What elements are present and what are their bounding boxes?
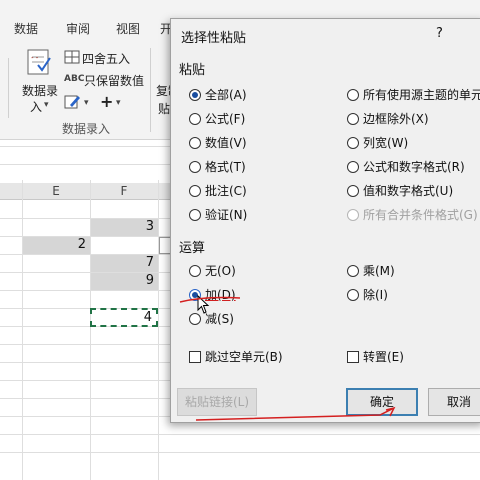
annotation-overlay bbox=[179, 296, 396, 421]
excel-window: { "ribbon": { "tabs": ["数据", "审阅", "视图",… bbox=[0, 0, 480, 480]
